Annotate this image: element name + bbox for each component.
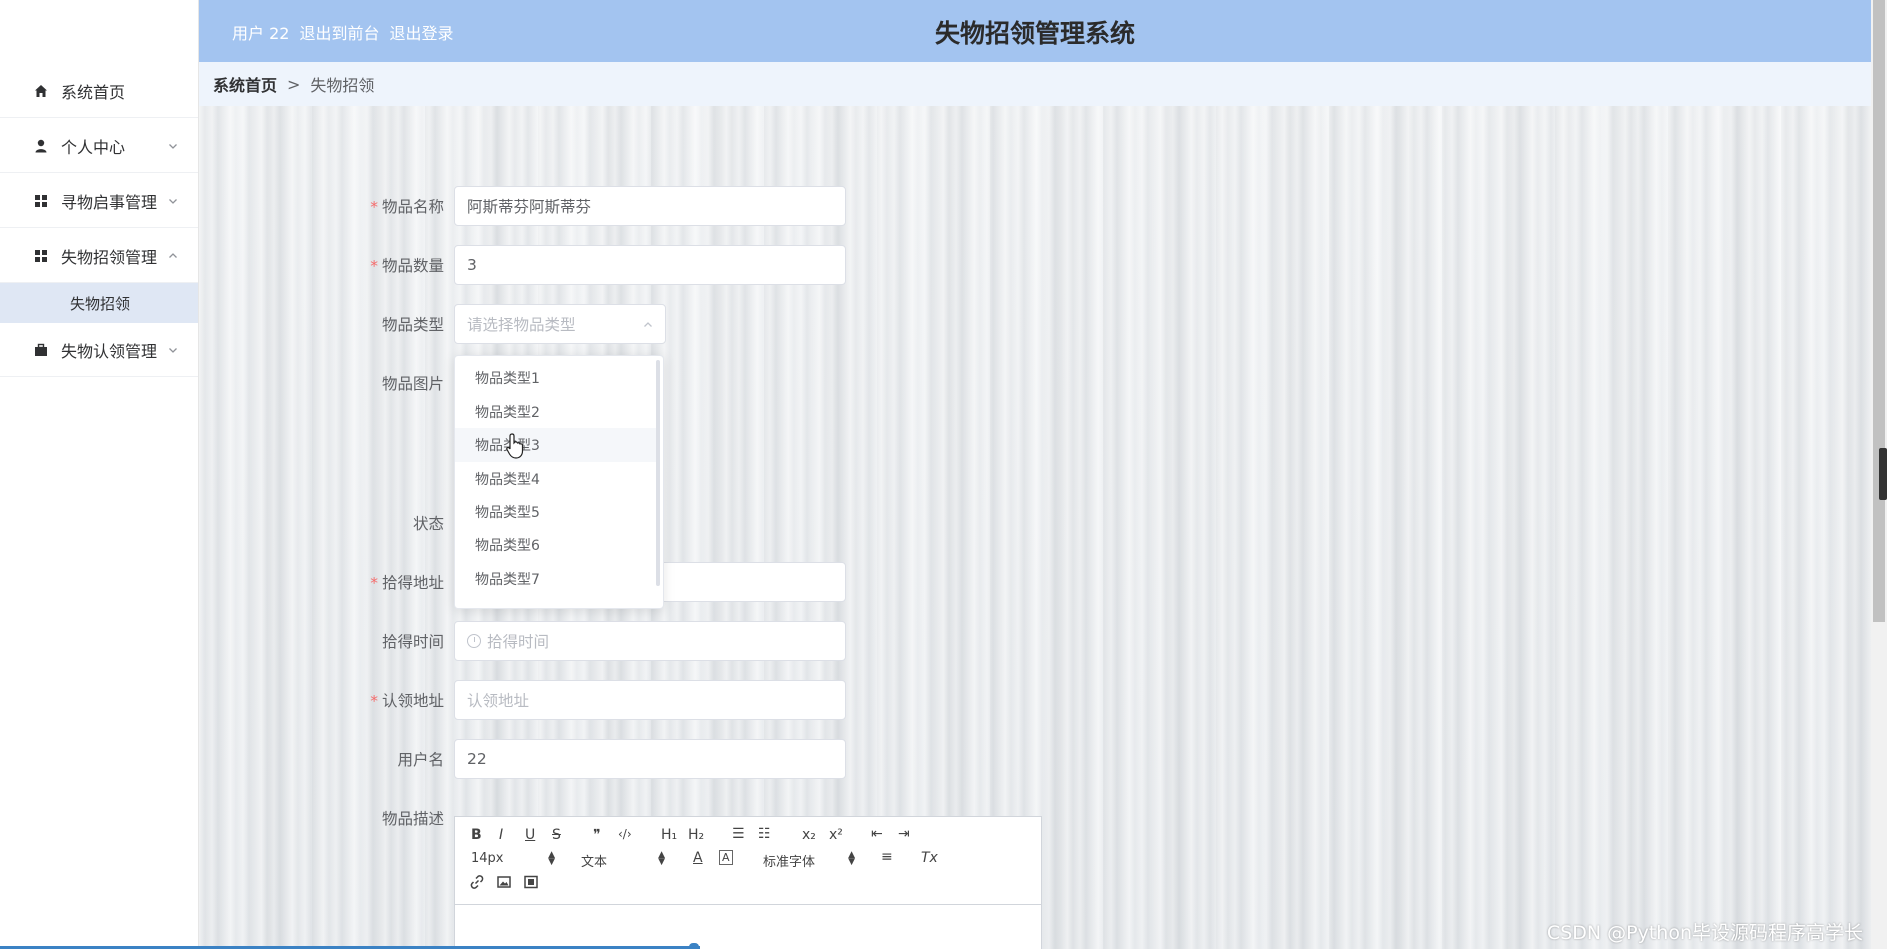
video-icon[interactable] [523,874,539,890]
align-button[interactable]: ≡ [881,849,893,865]
heading-select[interactable]: 文本 ▲ ▼ [581,851,665,871]
subscript-button[interactable]: x₂ [802,827,816,843]
breadcrumb-home[interactable]: 系统首页 [213,72,277,96]
type-select-placeholder: 请选择物品类型 [467,316,576,334]
sidebar-item-label: 个人中心 [61,137,126,157]
sidebar-item-label: 失物认领管理 [61,341,158,361]
sidebar-item-profile[interactable]: 个人中心 [0,119,198,173]
bullet-list-button[interactable]: ☷ [758,826,771,842]
quantity-field[interactable]: 3 [454,245,846,285]
sidebar-subitem-label: 失物招领 [70,294,131,313]
breadcrumb: 系统首页 > 失物招领 [199,62,1871,106]
bold-button[interactable]: B [471,827,482,843]
found-time-label: 拾得时间 [381,633,444,651]
username-field[interactable]: 22 [454,739,846,779]
type-label: 物品类型 [381,316,444,334]
clear-format-button[interactable]: Tx [921,850,938,866]
sidebar-item-label: 失物招领管理 [61,247,158,267]
hand-cursor-icon [506,433,524,459]
description-editor: B I U S ❞ ‹/› H₁ H₂ ☰ ☷ x₂ x² ⇤ ⇥ 14px ▲ ▼… [454,816,1042,949]
sidebar-item-found-items[interactable]: 失物招领管理 [0,229,198,283]
breadcrumb-separator: > [287,74,301,94]
image-icon[interactable] [496,874,512,890]
h1-button[interactable]: H₁ [661,827,677,843]
found-time-field[interactable]: 拾得时间 [454,621,846,661]
link-icon[interactable] [469,874,485,890]
found-address-label: * 拾得地址 [370,574,444,592]
chevron-down-icon [169,198,177,204]
name-field[interactable]: 阿斯蒂芬阿斯蒂芬 [454,186,846,226]
underline-button[interactable]: U [525,827,535,843]
code-button[interactable]: ‹/› [618,827,632,841]
type-option[interactable]: 物品类型5 [455,495,659,529]
name-label: * 物品名称 [370,198,444,216]
type-option[interactable]: 物品类型6 [455,528,659,562]
description-label: 物品描述 [381,810,444,828]
sidebar-item-label: 系统首页 [61,82,126,102]
outdent-button[interactable]: ⇤ [871,826,883,842]
top-header: 用户 22 退出到前台 退出登录 失物招领管理系统 [199,0,1871,62]
sidebar: 系统首页 个人中心 寻物启事管理 失物招领管理 失物招领 失物认领管理 [0,0,199,949]
chevron-up-icon [169,252,177,258]
scrollbar-thumb[interactable] [1873,0,1885,622]
chevron-up-icon [644,322,652,327]
background-color-button[interactable]: A [719,850,733,865]
username-label: 用户名 [397,751,444,769]
type-option[interactable]: 物品类型7 [455,562,659,596]
type-option[interactable]: 物品类型3 [455,428,659,462]
grid-icon [34,194,48,208]
claim-address-field[interactable]: 认领地址 [454,680,846,720]
progress-knob[interactable] [689,943,699,949]
type-option[interactable]: 物品类型2 [455,395,659,429]
h2-button[interactable]: H₂ [688,827,704,843]
italic-button[interactable]: I [499,827,503,843]
quote-button[interactable]: ❞ [593,827,601,843]
sidebar-item-lost-notices[interactable]: 寻物启事管理 [0,174,198,228]
type-select[interactable]: 请选择物品类型 [454,304,666,344]
status-label: 状态 [412,515,444,533]
breadcrumb-current: 失物招领 [310,76,375,95]
sidebar-item-label: 寻物启事管理 [61,192,158,212]
quantity-label: * 物品数量 [370,257,444,275]
type-option[interactable]: 物品类型4 [455,462,659,496]
page-scrollbar[interactable] [1871,0,1887,949]
chevron-down-icon [169,143,177,149]
font-color-button[interactable]: A [693,850,703,866]
dropdown-scrollbar[interactable] [656,360,660,586]
chevron-down-icon [169,347,177,353]
editor-toolbar: B I U S ❞ ‹/› H₁ H₂ ☰ ☷ x₂ x² ⇤ ⇥ 14px ▲ ▼… [455,817,1041,905]
type-dropdown: 物品类型1 物品类型2 物品类型3 物品类型4 物品类型5 物品类型6 物品类型… [454,355,664,609]
font-size-select[interactable]: 14px ▲ ▼ [471,851,555,867]
strike-button[interactable]: S [552,827,561,843]
briefcase-icon [34,343,48,357]
app-title: 失物招领管理系统 [934,19,1135,48]
ordered-list-button[interactable]: ☰ [732,826,745,842]
home-icon [34,84,48,98]
image-label: 物品图片 [381,375,444,393]
sidebar-item-claims[interactable]: 失物认领管理 [0,323,198,377]
sidebar-item-home[interactable]: 系统首页 [0,64,198,118]
claim-address-label: * 认领地址 [370,692,444,710]
watermark: CSDN @Python毕设源码程序高学长 [1546,922,1863,944]
sidebar-subitem-found[interactable]: 失物招领 [0,283,198,323]
clock-icon [467,634,481,648]
type-option[interactable]: 物品类型1 [455,361,659,395]
font-family-select[interactable]: 标准字体 ▲ ▼ [763,851,855,871]
scroll-marker [1879,448,1887,500]
user-icon [34,139,48,153]
superscript-button[interactable]: x² [829,827,843,843]
found-time-placeholder: 拾得时间 [487,633,550,651]
indent-button[interactable]: ⇥ [898,826,910,842]
grid-icon [34,249,48,263]
